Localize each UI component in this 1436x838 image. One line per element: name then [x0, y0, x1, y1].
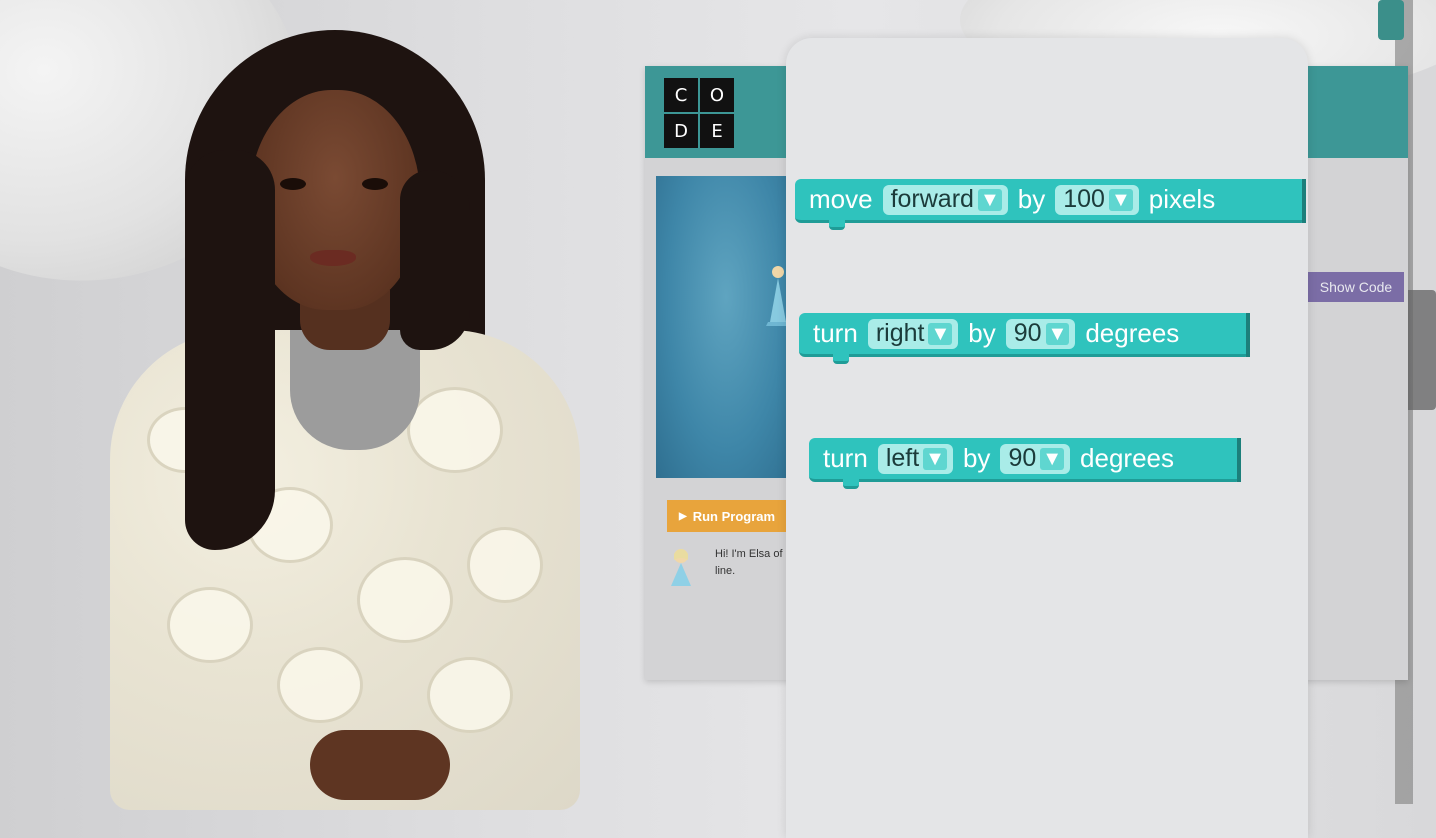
logo-letter: E [700, 114, 734, 148]
amount-dropdown[interactable]: 90 ▼ [1000, 443, 1071, 474]
block-by: by [1017, 184, 1046, 214]
turn-right-block[interactable]: turn right ▼ by 90 ▼ degrees [799, 313, 1250, 364]
block-unit: degrees [1085, 318, 1180, 348]
logo-letter: D [664, 114, 698, 148]
block-unit: pixels [1148, 184, 1216, 214]
amount-value: 100 [1063, 185, 1105, 213]
show-code-button[interactable]: Show Code [1308, 272, 1404, 302]
presenter-hands [310, 730, 450, 800]
caret-down-icon: ▼ [977, 188, 1002, 211]
direction-value: right [875, 319, 925, 347]
block-verb: turn [823, 443, 868, 473]
play-icon: ▶ [679, 510, 687, 522]
block-verb: move [809, 184, 873, 214]
caret-down-icon: ▼ [923, 447, 947, 470]
direction-dropdown[interactable]: forward ▼ [882, 184, 1008, 215]
caret-down-icon: ▼ [1045, 322, 1070, 345]
instructions-text: Hi! I'm Elsa of line. [715, 548, 783, 577]
presenter-hair-right [400, 170, 470, 350]
caret-down-icon: ▼ [1040, 447, 1065, 470]
direction-dropdown[interactable]: right ▼ [867, 318, 959, 349]
run-program-button[interactable]: ▶ Run Program [667, 500, 797, 532]
logo-letter: C [664, 78, 698, 112]
caret-down-icon: ▼ [1108, 188, 1133, 211]
play-stage [656, 176, 796, 478]
light-stand-clamp [1378, 0, 1404, 40]
caret-down-icon: ▼ [928, 322, 953, 345]
move-forward-block[interactable]: move forward ▼ by 100 ▼ pixels [795, 179, 1306, 230]
run-button-label: Run Program [692, 508, 776, 524]
amount-value: 90 [1008, 444, 1037, 472]
code-logo[interactable]: C O D E [664, 78, 734, 148]
presenter-face [250, 90, 420, 310]
amount-value: 90 [1013, 319, 1042, 347]
block-unit: degrees [1080, 443, 1175, 473]
logo-letter: O [700, 78, 734, 112]
amount-dropdown[interactable]: 100 ▼ [1055, 184, 1139, 215]
instructions: Hi! I'm Elsa of line. [667, 546, 797, 586]
presenter-hair-left [185, 150, 275, 550]
amount-dropdown[interactable]: 90 ▼ [1005, 318, 1076, 349]
presenter [100, 30, 600, 810]
light-stand-joint [1404, 290, 1436, 410]
direction-value: forward [890, 185, 974, 213]
turn-left-block[interactable]: turn left ▼ by 90 ▼ degrees [809, 438, 1241, 489]
elsa-avatar-icon [671, 549, 691, 586]
direction-dropdown[interactable]: left ▼ [877, 443, 953, 474]
direction-value: left [885, 444, 920, 472]
block-verb: turn [813, 318, 858, 348]
block-by: by [968, 318, 996, 348]
block-by: by [962, 443, 991, 473]
